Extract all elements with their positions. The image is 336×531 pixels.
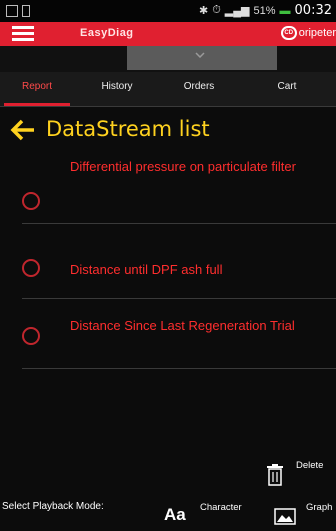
- list-item-label: Distance until DPF ash full: [70, 262, 223, 277]
- divider: [22, 223, 336, 224]
- divider: [22, 368, 336, 369]
- character-mode-label: Character: [200, 502, 242, 513]
- playback-mode-label: Select Playback Mode:: [2, 501, 104, 512]
- notification-icons: [6, 5, 36, 17]
- battery-percent: 51%: [253, 4, 276, 17]
- list-item[interactable]: Differential pressure on particulate fil…: [0, 155, 336, 215]
- divider: [22, 298, 336, 299]
- menu-icon[interactable]: [12, 26, 34, 42]
- clock: 00:32: [294, 3, 332, 18]
- text-format-icon: Aa: [164, 505, 186, 524]
- app-title: EasyDiag: [80, 27, 134, 39]
- list-item[interactable]: Distance Since Last Regeneration Trial: [0, 315, 336, 370]
- graph-mode-button[interactable]: Graph: [272, 502, 336, 531]
- collapse-handle[interactable]: [127, 46, 277, 70]
- logo-badge-icon: CD: [280, 26, 297, 40]
- logo-text: oripeter: [298, 27, 336, 39]
- list-item-label: Differential pressure on particulate fil…: [70, 159, 296, 174]
- page-title-row: DataStream list: [0, 115, 336, 149]
- brand-logo: CD oripeter: [280, 26, 336, 40]
- back-arrow-icon[interactable]: [10, 119, 36, 141]
- trash-icon: [267, 464, 283, 486]
- delete-label: Delete: [296, 460, 324, 471]
- active-tab-indicator: [4, 103, 70, 106]
- radio-button[interactable]: [22, 327, 40, 345]
- tab-cart[interactable]: Cart: [252, 72, 322, 106]
- page-title: DataStream list: [46, 117, 210, 141]
- tab-report[interactable]: Report: [4, 72, 70, 106]
- app-header: EasyDiag CD oripeter: [0, 22, 336, 46]
- battery-icon: ▬: [279, 4, 291, 17]
- graph-mode-label: Graph: [306, 502, 333, 513]
- sd-card-icon: [22, 5, 30, 17]
- status-bar: ✱ ⏱ ▂▄▆ 51% ▬ 00:32: [0, 0, 336, 22]
- list-item[interactable]: Distance until DPF ash full: [0, 250, 336, 290]
- screenshot-icon: [6, 5, 18, 17]
- chevron-down-icon: [195, 52, 205, 58]
- alarm-icon: ⏱: [212, 4, 221, 16]
- tab-bar: Report History Orders Cart: [0, 72, 336, 107]
- status-indicators: ✱ ⏱ ▂▄▆ 51% ▬ 00:32: [199, 3, 332, 18]
- tab-orders[interactable]: Orders: [164, 72, 234, 106]
- character-mode-button[interactable]: Aa Character: [162, 502, 242, 531]
- collapse-bar: [0, 46, 336, 72]
- radio-button[interactable]: [22, 192, 40, 210]
- list-item-label: Distance Since Last Regeneration Trial: [70, 318, 295, 333]
- signal-icon: ▂▄▆: [224, 5, 250, 17]
- radio-button[interactable]: [22, 259, 40, 277]
- graph-image-icon: [274, 508, 296, 525]
- delete-button[interactable]: Delete: [262, 458, 336, 488]
- tab-history[interactable]: History: [82, 72, 152, 106]
- bluetooth-icon: ✱: [198, 5, 209, 17]
